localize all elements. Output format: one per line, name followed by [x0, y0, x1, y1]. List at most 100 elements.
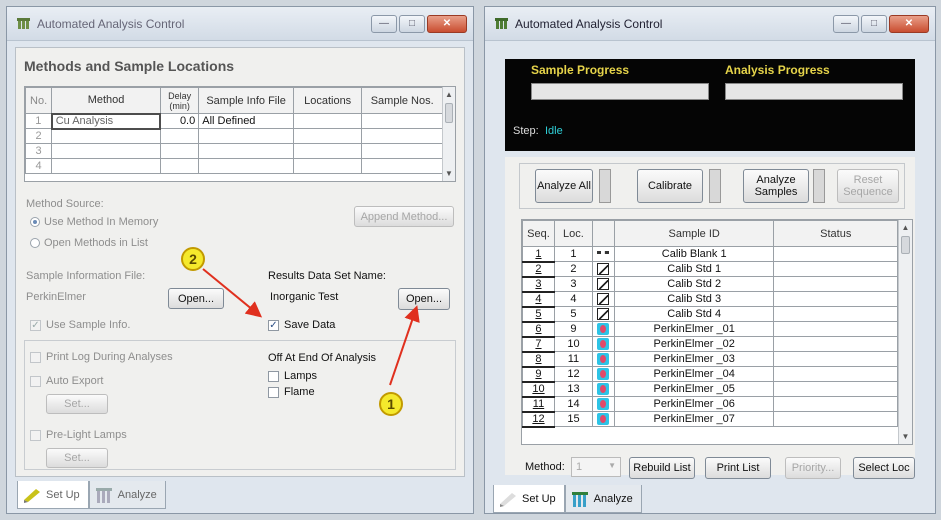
- seq-cell[interactable]: 7: [522, 336, 555, 353]
- sample-id-cell[interactable]: Calib Std 4: [613, 306, 775, 322]
- left-window: Automated Analysis Control — □ ✕ Methods…: [6, 6, 474, 514]
- lamps-checkbox[interactable]: [268, 371, 279, 382]
- loc-cell[interactable]: 11: [553, 351, 593, 367]
- table-row[interactable]: 7 10 PerkinElmer _02: [522, 336, 898, 353]
- seq-cell[interactable]: 8: [522, 351, 555, 368]
- calibrate-button[interactable]: Calibrate: [637, 169, 703, 203]
- sample-id-cell[interactable]: PerkinElmer _05: [613, 381, 775, 397]
- open-sample-info-button[interactable]: Open...: [168, 288, 224, 309]
- minimize-button[interactable]: —: [833, 15, 859, 33]
- loc-cell[interactable]: 9: [553, 321, 593, 337]
- set-pre-light-button[interactable]: Set...: [46, 448, 108, 468]
- select-loc-button[interactable]: Select Loc: [853, 457, 915, 479]
- table-row[interactable]: 8 11 PerkinElmer _03: [522, 351, 898, 368]
- table-row[interactable]: 9 12 PerkinElmer _04: [522, 366, 898, 383]
- methods-scrollbar[interactable]: ▲ ▼: [442, 87, 455, 181]
- table-row[interactable]: 2 2 Calib Std 1: [522, 261, 898, 278]
- seq-cell[interactable]: 1: [522, 246, 555, 263]
- loc-cell[interactable]: 4: [553, 291, 593, 307]
- table-row[interactable]: 6 9 PerkinElmer _01: [522, 321, 898, 338]
- close-button[interactable]: ✕: [427, 15, 467, 33]
- loc-cell[interactable]: 15: [553, 411, 593, 427]
- loc-cell[interactable]: 10: [553, 336, 593, 352]
- close-button[interactable]: ✕: [889, 15, 929, 33]
- reset-sequence-button[interactable]: Reset Sequence: [837, 169, 899, 203]
- pre-light-lamps-checkbox[interactable]: [30, 430, 41, 441]
- sample-id-cell[interactable]: PerkinElmer _04: [613, 366, 775, 382]
- use-sample-info-checkbox[interactable]: ✓: [30, 320, 41, 331]
- rebuild-list-button[interactable]: Rebuild List: [629, 457, 695, 479]
- seq-cell[interactable]: 9: [522, 366, 555, 383]
- open-methods-list-radio[interactable]: [30, 238, 40, 248]
- scroll-up-icon[interactable]: ▲: [899, 220, 912, 235]
- sample-id-cell[interactable]: Calib Std 2: [613, 276, 775, 292]
- tab-analyze[interactable]: Analyze: [88, 481, 166, 509]
- scroll-thumb[interactable]: [445, 103, 453, 123]
- seq-cell[interactable]: 2: [522, 261, 555, 278]
- seq-cell[interactable]: 10: [522, 381, 555, 398]
- append-method-button[interactable]: Append Method...: [354, 206, 454, 227]
- flame-checkbox[interactable]: [268, 387, 279, 398]
- seq-cell[interactable]: 4: [522, 291, 555, 308]
- loc-cell[interactable]: 12: [553, 366, 593, 382]
- app-icon: [17, 18, 30, 29]
- marker-cell: [591, 276, 615, 292]
- auto-export-checkbox[interactable]: [30, 376, 41, 387]
- loc-cell[interactable]: 1: [553, 246, 593, 262]
- sample-id-cell[interactable]: PerkinElmer _06: [613, 396, 775, 412]
- sample-id-cell[interactable]: Calib Blank 1: [613, 246, 775, 262]
- table-row[interactable]: 10 13 PerkinElmer _05: [522, 381, 898, 398]
- print-list-button[interactable]: Print List: [705, 457, 771, 479]
- method-select[interactable]: 1 ▼: [571, 457, 621, 477]
- maximize-button[interactable]: □: [861, 15, 887, 33]
- tab-analyze[interactable]: Analyze: [564, 485, 642, 513]
- table-row[interactable]: 3 3 Calib Std 2: [522, 276, 898, 293]
- open-results-button[interactable]: Open...: [398, 288, 450, 310]
- set-export-button[interactable]: Set...: [46, 394, 108, 414]
- priority-button[interactable]: Priority...: [785, 457, 841, 479]
- table-row[interactable]: 11 14 PerkinElmer _06: [522, 396, 898, 413]
- save-data-checkbox[interactable]: ✓: [268, 320, 279, 331]
- table-row[interactable]: 12 15 PerkinElmer _07: [522, 411, 898, 428]
- seq-cell[interactable]: 6: [522, 321, 555, 338]
- table-row[interactable]: 2: [25, 128, 443, 144]
- scroll-thumb[interactable]: [901, 236, 910, 254]
- table-row[interactable]: 1 Cu Analysis 0.0 All Defined: [25, 112, 443, 130]
- loc-cell[interactable]: 2: [553, 261, 593, 277]
- maximize-button[interactable]: □: [399, 15, 425, 33]
- seq-cell[interactable]: 12: [522, 411, 555, 428]
- left-titlebar[interactable]: Automated Analysis Control — □ ✕: [7, 7, 473, 41]
- seq-cell[interactable]: 11: [522, 396, 555, 413]
- table-row[interactable]: 5 5 Calib Std 4: [522, 306, 898, 323]
- minimize-button[interactable]: —: [371, 15, 397, 33]
- sample-id-cell[interactable]: Calib Std 3: [613, 291, 775, 307]
- analyze-all-button[interactable]: Analyze All: [535, 169, 593, 203]
- method-cell[interactable]: Cu Analysis: [50, 112, 162, 130]
- sample-id-cell[interactable]: Calib Std 1: [613, 261, 775, 277]
- right-titlebar[interactable]: Automated Analysis Control — □ ✕: [485, 7, 935, 41]
- table-row[interactable]: 4: [25, 158, 443, 174]
- loc-cell[interactable]: 5: [553, 306, 593, 322]
- scroll-down-icon[interactable]: ▼: [899, 429, 912, 444]
- loc-cell[interactable]: 13: [553, 381, 593, 397]
- table-row[interactable]: 1 1 Calib Blank 1: [522, 246, 898, 263]
- tab-setup[interactable]: Set Up: [493, 485, 565, 513]
- sample-scrollbar[interactable]: ▲ ▼: [898, 220, 912, 444]
- loc-cell[interactable]: 3: [553, 276, 593, 292]
- use-method-memory-radio[interactable]: [30, 217, 40, 227]
- sample-id-cell[interactable]: PerkinElmer _01: [613, 321, 775, 337]
- sample-id-cell[interactable]: PerkinElmer _03: [613, 351, 775, 367]
- reset-line1: Reset: [853, 174, 883, 186]
- scroll-down-icon[interactable]: ▼: [443, 166, 455, 181]
- analyze-samples-button[interactable]: Analyze Samples: [743, 169, 809, 203]
- seq-cell[interactable]: 5: [522, 306, 555, 323]
- print-log-checkbox[interactable]: [30, 352, 41, 363]
- seq-cell[interactable]: 3: [522, 276, 555, 293]
- sample-id-cell[interactable]: PerkinElmer _07: [613, 411, 775, 427]
- tab-setup[interactable]: Set Up: [17, 481, 89, 509]
- sample-id-cell[interactable]: PerkinElmer _02: [613, 336, 775, 352]
- scroll-up-icon[interactable]: ▲: [443, 87, 455, 102]
- loc-cell[interactable]: 14: [553, 396, 593, 412]
- table-row[interactable]: 3: [25, 143, 443, 159]
- table-row[interactable]: 4 4 Calib Std 3: [522, 291, 898, 308]
